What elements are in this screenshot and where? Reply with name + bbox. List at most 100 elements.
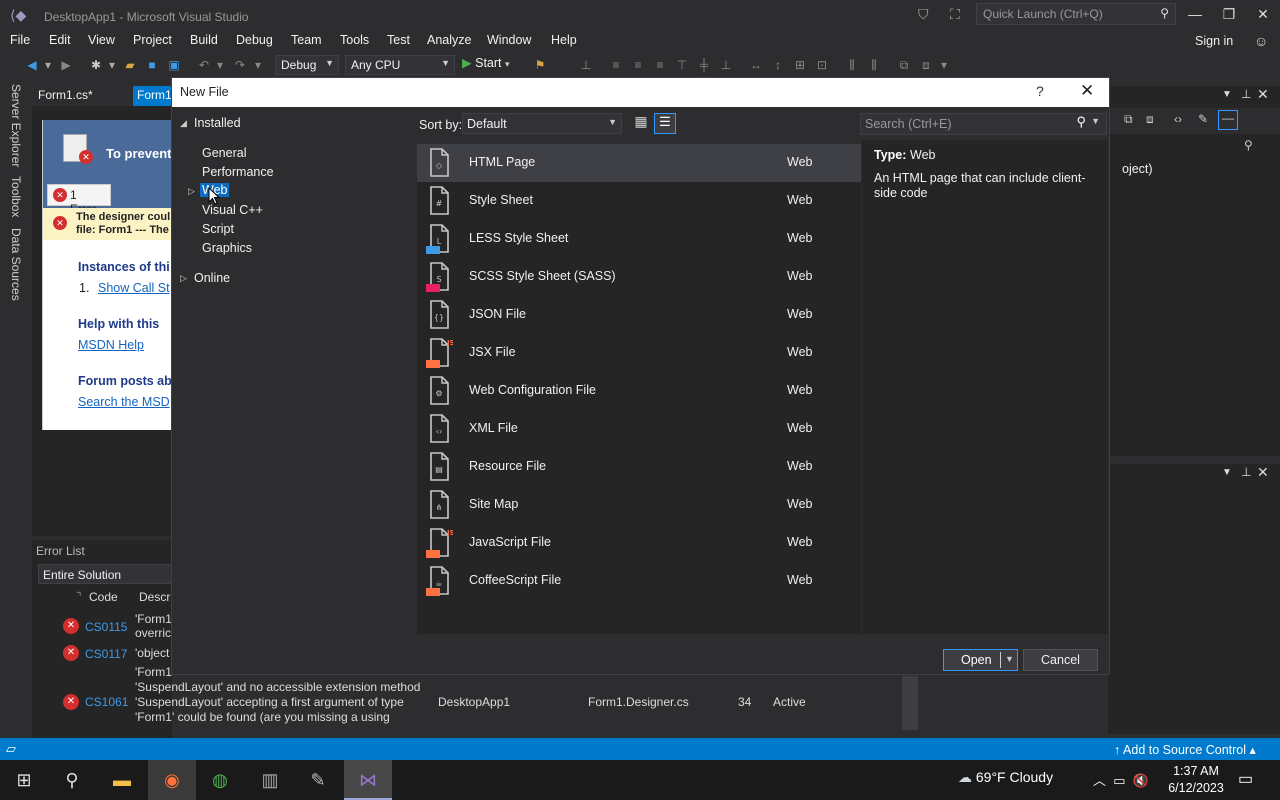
template-item[interactable]: JS JSX File Web bbox=[417, 334, 861, 372]
template-item[interactable]: S SCSS Style Sheet (SASS) Web bbox=[417, 258, 861, 296]
tree-item-performance[interactable]: Performance bbox=[202, 165, 274, 179]
undo-dropdown-icon[interactable]: ▾ bbox=[212, 57, 228, 73]
save-all-icon[interactable]: ▣ bbox=[166, 57, 182, 73]
open-folder-icon[interactable]: ▰ bbox=[122, 57, 138, 73]
msdn-help-link[interactable]: MSDN Help bbox=[78, 338, 144, 352]
server-explorer-tab[interactable]: Server Explorer bbox=[9, 84, 23, 167]
pin-icon[interactable]: ⊥ bbox=[1241, 465, 1251, 479]
menu-team[interactable]: Team bbox=[291, 33, 322, 47]
make-same-width-icon[interactable]: ↔ bbox=[748, 57, 764, 73]
align-left-icon[interactable]: ≡ bbox=[608, 57, 624, 73]
menu-project[interactable]: Project bbox=[133, 33, 172, 47]
visual-studio-taskbar-icon[interactable]: ⋈ bbox=[344, 760, 392, 800]
wrench-icon[interactable]: ✎ bbox=[1198, 112, 1208, 126]
windows-start-icon[interactable]: ⊞ bbox=[0, 760, 48, 800]
tree-item-graphics[interactable]: Graphics bbox=[202, 241, 252, 255]
forward-icon[interactable]: ▶ bbox=[58, 57, 74, 73]
search-icon[interactable]: ⚲ bbox=[48, 760, 96, 800]
send-back-icon[interactable]: ⧈ bbox=[918, 57, 934, 73]
restore-button[interactable]: ❐ bbox=[1214, 6, 1244, 26]
chevron-down-icon[interactable]: ▼ bbox=[1005, 654, 1014, 664]
show-call-stack-link[interactable]: Show Call St bbox=[98, 281, 170, 295]
tree-online[interactable]: Online bbox=[194, 271, 230, 285]
app-icon[interactable]: ▥ bbox=[246, 760, 294, 800]
tab-form1-design[interactable]: Form1 bbox=[133, 86, 173, 106]
close-window-button[interactable]: ✕ bbox=[1248, 6, 1278, 26]
align-center-icon[interactable]: ≡ bbox=[630, 57, 646, 73]
menu-test[interactable]: Test bbox=[387, 33, 410, 47]
make-same-height-icon[interactable]: ↕ bbox=[770, 57, 786, 73]
data-sources-tab[interactable]: Data Sources bbox=[9, 228, 23, 301]
chrome-icon[interactable]: ◍ bbox=[196, 760, 244, 800]
tree-item-visual-cpp[interactable]: Visual C++ bbox=[202, 203, 263, 217]
make-same-size-icon[interactable]: ⊞ bbox=[792, 57, 808, 73]
undo-icon[interactable]: ↶ bbox=[196, 57, 212, 73]
column-description[interactable]: Descri bbox=[139, 590, 173, 604]
menu-edit[interactable]: Edit bbox=[49, 33, 71, 47]
notifications-icon[interactable]: ▭ bbox=[1238, 769, 1253, 789]
template-item[interactable]: ⋔ Site Map Web bbox=[417, 486, 861, 524]
quick-launch-input[interactable]: Quick Launch (Ctrl+Q) ⚲ bbox=[976, 3, 1176, 25]
code-icon[interactable]: ‹› bbox=[1174, 112, 1182, 126]
back-icon[interactable]: ◀ bbox=[24, 57, 40, 73]
toolbox-tab[interactable]: Toolbox bbox=[9, 176, 23, 217]
menu-tools[interactable]: Tools bbox=[340, 33, 369, 47]
layout-icon[interactable]: ⊥ bbox=[578, 57, 594, 73]
grid-view-icon[interactable]: ▦ bbox=[630, 113, 652, 134]
template-item[interactable]: # Style Sheet Web bbox=[417, 182, 861, 220]
nav-dropdown-icon[interactable]: ▾ bbox=[40, 57, 56, 73]
paint-icon[interactable]: ✎ bbox=[294, 760, 342, 800]
feedback-icon[interactable]: ⛶ bbox=[950, 6, 968, 24]
add-to-source-control[interactable]: ↑ Add to Source Control ▴ bbox=[1114, 742, 1256, 757]
error-code-link[interactable]: CS0117 bbox=[85, 647, 127, 661]
close-panel-icon[interactable]: ✕ bbox=[1257, 464, 1269, 481]
panel-dropdown-icon[interactable]: ▼ bbox=[1222, 467, 1232, 478]
sort-select[interactable]: Default ▼ bbox=[462, 113, 622, 134]
template-item[interactable]: ⚙ Web Configuration File Web bbox=[417, 372, 861, 410]
sign-in-link[interactable]: Sign in bbox=[1195, 34, 1233, 48]
error-scope-select[interactable]: Entire Solution bbox=[38, 564, 172, 584]
bring-front-icon[interactable]: ⧉ bbox=[896, 57, 912, 73]
toolbar-overflow-icon[interactable]: ▾ bbox=[936, 57, 952, 73]
open-button[interactable]: Open ▼ bbox=[943, 649, 1018, 671]
collapse-arrow-icon[interactable]: ◢ bbox=[180, 118, 187, 129]
template-item[interactable]: ‹› XML File Web bbox=[417, 410, 861, 448]
save-icon[interactable]: ■ bbox=[144, 57, 160, 73]
error-code-link[interactable]: CS1061 bbox=[85, 695, 128, 709]
collapse-icon[interactable]: ⧉ bbox=[1124, 112, 1133, 127]
menu-help[interactable]: Help bbox=[551, 33, 577, 47]
clock[interactable]: 1:37 AM 6/12/2023 bbox=[1168, 763, 1224, 797]
copy-icon[interactable]: ⧈ bbox=[1146, 112, 1154, 127]
size-to-grid-icon[interactable]: ⊡ bbox=[814, 57, 830, 73]
template-search-input[interactable]: Search (Ctrl+E) bbox=[860, 113, 1107, 135]
redo-icon[interactable]: ↷ bbox=[232, 57, 248, 73]
account-icon[interactable]: ☺ bbox=[1254, 33, 1268, 49]
menu-window[interactable]: Window bbox=[487, 33, 531, 47]
browser-link-icon[interactable]: ⚑ bbox=[532, 57, 548, 73]
tab-form1-cs[interactable]: Form1.cs* bbox=[34, 86, 97, 106]
menu-build[interactable]: Build bbox=[190, 33, 218, 47]
tree-item-script[interactable]: Script bbox=[202, 222, 234, 236]
cancel-button[interactable]: Cancel bbox=[1023, 649, 1098, 671]
redo-dropdown-icon[interactable]: ▾ bbox=[250, 57, 266, 73]
align-top-icon[interactable]: ⊤ bbox=[674, 57, 690, 73]
search-icon[interactable]: ⚲ bbox=[1244, 138, 1253, 152]
close-panel-icon[interactable]: ✕ bbox=[1257, 86, 1269, 103]
menu-analyze[interactable]: Analyze bbox=[427, 33, 471, 47]
firefox-icon[interactable]: ◉ bbox=[148, 760, 196, 800]
start-button[interactable]: ▶ Start ▾ bbox=[462, 55, 510, 75]
menu-view[interactable]: View bbox=[88, 33, 115, 47]
minimize-button[interactable]: — bbox=[1180, 6, 1210, 26]
list-view-icon[interactable]: ☰ bbox=[654, 113, 676, 134]
menu-file[interactable]: File bbox=[10, 33, 30, 47]
template-item[interactable]: {} JSON File Web bbox=[417, 296, 861, 334]
solution-config-select[interactable]: Debug ▼ bbox=[275, 55, 339, 75]
align-right-icon[interactable]: ≡ bbox=[652, 57, 668, 73]
align-bottom-icon[interactable]: ⊥ bbox=[718, 57, 734, 73]
align-middle-icon[interactable]: ╪ bbox=[696, 57, 712, 73]
error-code-link[interactable]: CS0115 bbox=[85, 620, 127, 634]
tree-installed[interactable]: Installed bbox=[194, 116, 241, 130]
tree-item-general[interactable]: General bbox=[202, 146, 246, 160]
system-tray[interactable]: ︿ ▭ 🔇 bbox=[1093, 770, 1149, 789]
weather-widget[interactable]: ☁ 69°F Cloudy bbox=[958, 769, 1053, 786]
